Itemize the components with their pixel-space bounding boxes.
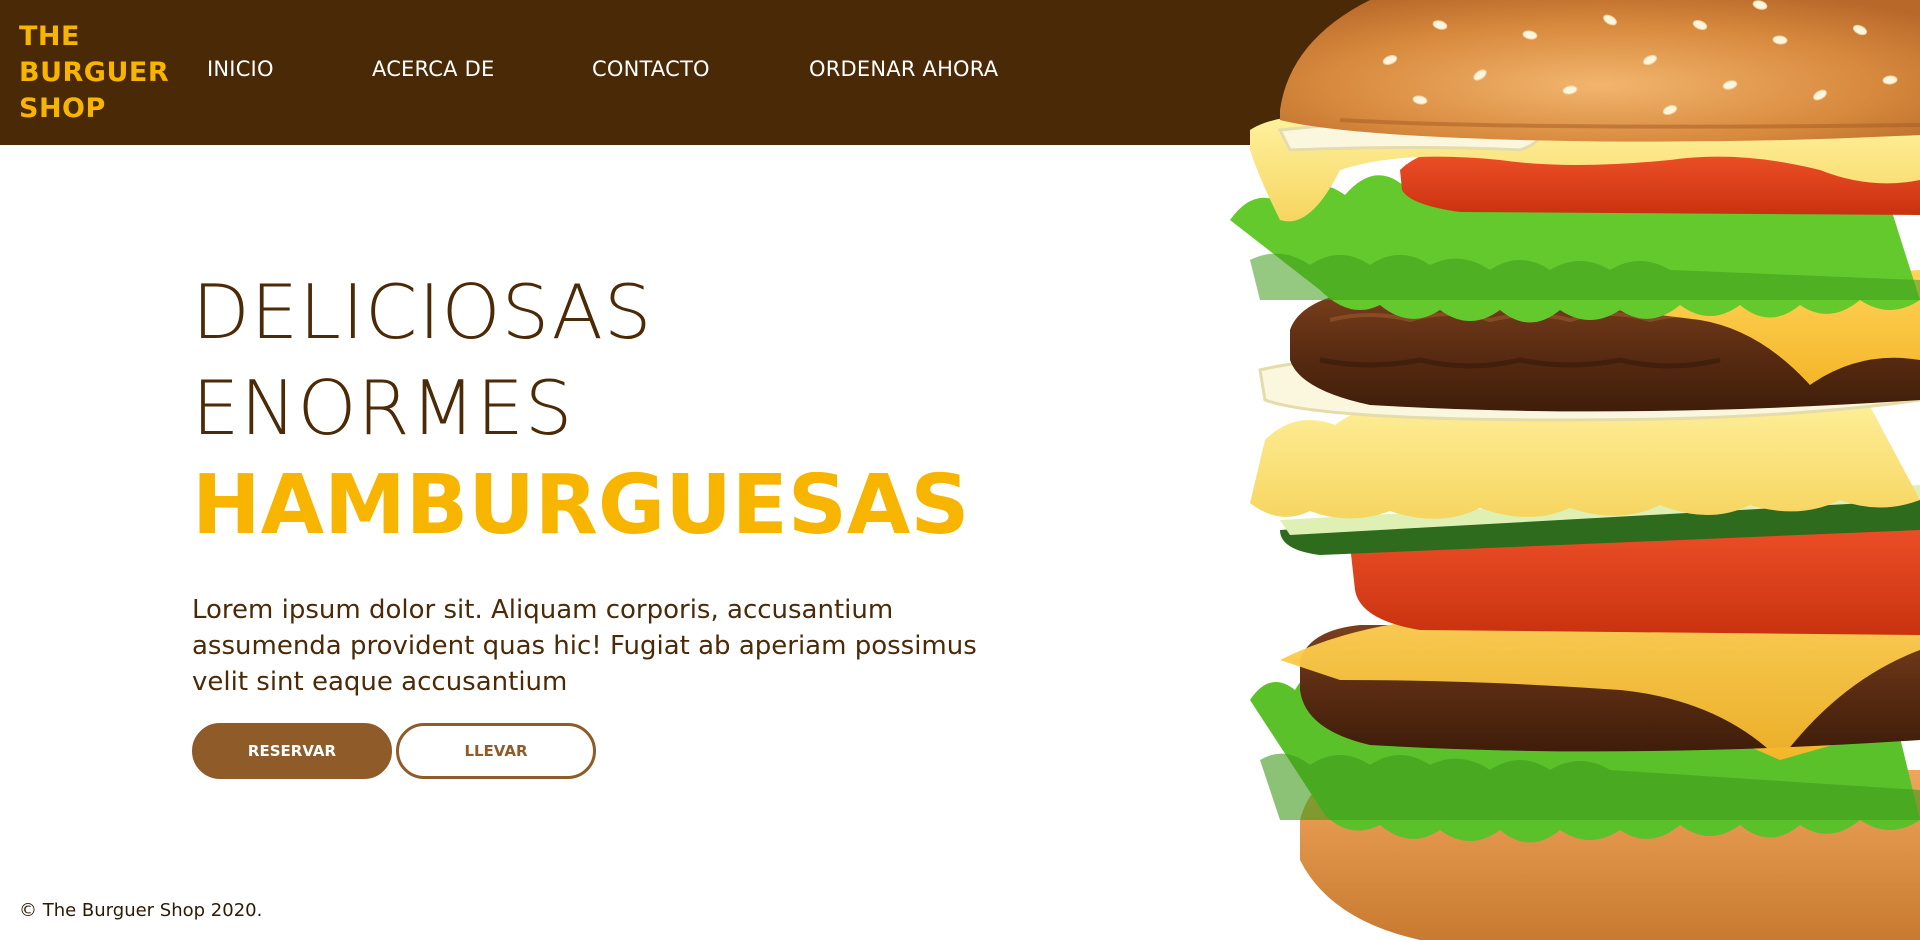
- hero-title-hamburguesas: HAMBURGUESAS: [192, 458, 970, 553]
- logo-line-shop: SHOP: [19, 93, 106, 124]
- hero-line-enormes: ENORMES: [192, 364, 574, 452]
- hero-line-deliciosas: DELICIOSAS: [192, 268, 653, 356]
- nav-link-acerca-de[interactable]: ACERCA DE: [372, 57, 494, 81]
- page: THE BURGUER SHOP INICIO ACERCA DE CONTAC…: [0, 0, 1920, 940]
- hero-description: Lorem ipsum dolor sit. Aliquam corporis,…: [192, 595, 977, 697]
- logo-line-burguer: BURGUER: [19, 57, 170, 88]
- reservar-button[interactable]: RESERVAR: [192, 723, 392, 779]
- nav-link-inicio[interactable]: INICIO: [207, 57, 274, 81]
- llevar-button[interactable]: LLEVAR: [396, 723, 596, 779]
- nav-link-contacto[interactable]: CONTACTO: [592, 57, 710, 81]
- footer-copyright: © The Burguer Shop 2020.: [19, 900, 263, 921]
- burger-photo: [1230, 0, 1920, 940]
- logo-line-the: THE: [19, 21, 80, 52]
- nav-link-ordenar-ahora[interactable]: ORDENAR AHORA: [809, 57, 998, 81]
- brand-logo[interactable]: THE BURGUER SHOP: [19, 19, 169, 127]
